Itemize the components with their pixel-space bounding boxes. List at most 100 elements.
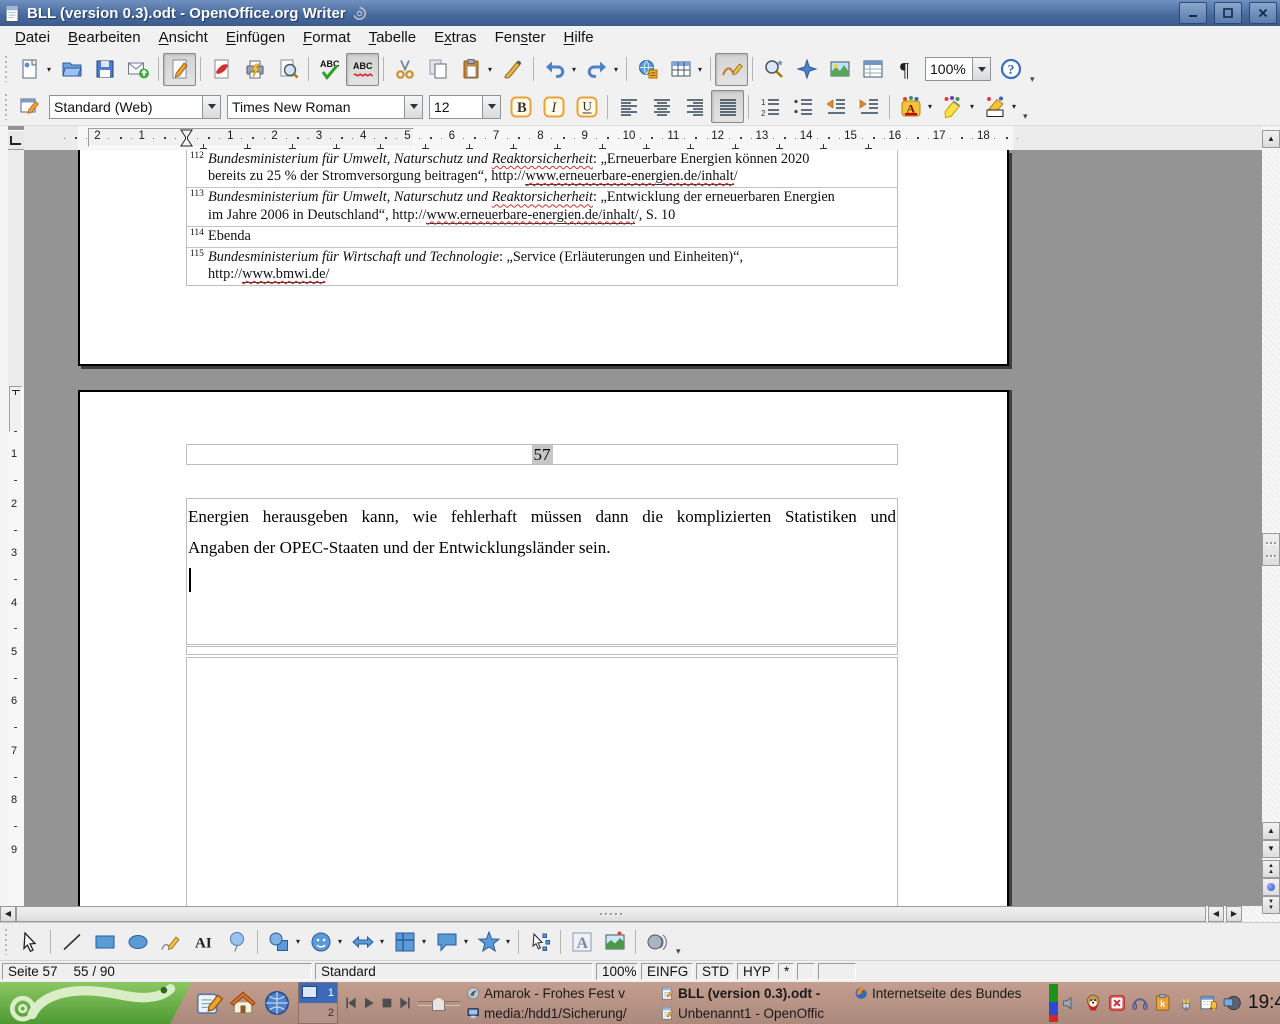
justify-button[interactable] [711, 90, 744, 123]
footnote-row[interactable]: 112Bundesministerium für Umwelt, Natursc… [187, 150, 897, 188]
highlight-dropdown-icon[interactable]: ▾ [970, 102, 978, 111]
close-button[interactable] [1249, 2, 1277, 24]
align-center-button[interactable] [645, 90, 678, 123]
hyperlink-button[interactable] [631, 53, 664, 86]
align-right-button[interactable] [678, 90, 711, 123]
horizontal-scroll-thumb[interactable] [16, 906, 1206, 922]
page-56[interactable]: 112Bundesministerium für Umwelt, Natursc… [78, 150, 1009, 366]
flowchart-button[interactable] [388, 925, 421, 958]
menu-fenster[interactable]: Fenster [486, 28, 555, 48]
vertical-ruler[interactable]: 123456789 [8, 150, 24, 906]
text-ai-button[interactable]: AI [187, 925, 220, 958]
align-left-button[interactable] [612, 90, 645, 123]
menu-tabelle[interactable]: Tabelle [360, 28, 426, 48]
scroll-up-button2[interactable]: ▲ [1262, 822, 1280, 840]
paste-button[interactable] [454, 53, 487, 86]
tray-dog-button[interactable] [1084, 993, 1104, 1013]
chevron-down-icon[interactable] [202, 96, 220, 118]
basic-shapes-button[interactable] [262, 925, 295, 958]
indent-marker[interactable] [12, 390, 20, 391]
footnote-row[interactable]: 114Ebenda [187, 227, 897, 248]
scroll-down-button[interactable]: ▼ [1262, 840, 1280, 858]
redo-button[interactable] [580, 53, 613, 86]
new-document-dropdown-icon[interactable]: ▾ [47, 65, 55, 74]
draw-functions-button[interactable] [715, 53, 748, 86]
maximize-button[interactable] [1214, 2, 1242, 24]
cut-button[interactable] [388, 53, 421, 86]
statusbar-extra[interactable] [818, 963, 856, 980]
bg-color-dropdown-icon[interactable]: ▾ [1012, 102, 1020, 111]
vertical-scroll-thumb[interactable] [1262, 533, 1280, 566]
statusbar-modified-flag[interactable]: * [778, 963, 794, 980]
indent-marker[interactable] [180, 129, 193, 147]
rectangle-button[interactable] [88, 925, 121, 958]
clock[interactable]: 19:41 [1248, 992, 1280, 1014]
font-size-combobox[interactable]: 12 [429, 95, 501, 119]
statusbar-page-indicator[interactable]: Seite 5755 / 90 [2, 963, 312, 980]
scroll-up-button[interactable]: ▲ [1262, 130, 1280, 148]
print-button[interactable] [238, 53, 271, 86]
volume-slider[interactable] [418, 996, 460, 1010]
menu-bearbeiten[interactable]: Bearbeiten [59, 28, 150, 48]
select-arrow-button[interactable] [13, 925, 46, 958]
format-brush-button[interactable] [496, 53, 529, 86]
statusbar-insert-mode[interactable]: EINFG [641, 963, 693, 980]
scroll-right-button[interactable]: ▶ [1226, 906, 1242, 922]
styles-window-button[interactable] [13, 90, 46, 123]
open-button[interactable] [55, 53, 88, 86]
navigator-button[interactable] [790, 53, 823, 86]
line-button[interactable] [55, 925, 88, 958]
bg-color-button[interactable] [978, 90, 1011, 123]
font-color-dropdown-icon[interactable]: ▾ [928, 102, 936, 111]
block-arrows-button[interactable] [346, 925, 379, 958]
quicklaunch-home-button[interactable] [228, 988, 258, 1018]
statusbar-selection-mode[interactable]: STD [696, 963, 734, 980]
scroll-left-button[interactable]: ◀ [0, 906, 16, 922]
statusbar-hyperlink-mode[interactable]: HYP [737, 963, 775, 980]
page-header[interactable]: 57 [186, 444, 898, 465]
task-button[interactable]: Amarok - Frohes Fest v [464, 983, 658, 1003]
desktop-2-pager-cell[interactable]: 2 [299, 1003, 337, 1023]
paragraph-style-combobox[interactable]: Standard (Web) [49, 95, 221, 119]
footnote-area[interactable]: 112Bundesministerium für Umwelt, Natursc… [186, 150, 898, 286]
chevron-down-icon[interactable] [482, 96, 500, 118]
menu-datei[interactable]: Datei [6, 28, 59, 48]
media-play-button[interactable] [361, 995, 377, 1011]
numbered-list-button[interactable]: 12 [753, 90, 786, 123]
next-page-button[interactable]: ▼▼ [1262, 896, 1280, 914]
gallery-button[interactable] [823, 53, 856, 86]
menu-einfügen[interactable]: Einfügen [217, 28, 294, 48]
toolbar-grip[interactable] [4, 56, 9, 82]
tray-headphones-button[interactable] [1130, 993, 1150, 1013]
toolbar-grip[interactable] [4, 929, 9, 955]
toolbar-overflow-icon[interactable]: ▾ [676, 946, 681, 960]
menu-format[interactable]: Format [294, 28, 360, 48]
stars-button[interactable] [472, 925, 505, 958]
task-button[interactable]: BLL (version 0.3).odt - [658, 983, 852, 1003]
help-button[interactable]: ? [994, 53, 1027, 86]
page-number-field[interactable]: 57 [532, 445, 553, 464]
auto-spellcheck-button[interactable]: ABC [346, 53, 379, 86]
find-replace-button[interactable] [757, 53, 790, 86]
basic-shapes-dropdown-icon[interactable]: ▾ [296, 937, 304, 946]
navigation-button[interactable] [1262, 878, 1280, 896]
indent-button[interactable] [852, 90, 885, 123]
data-sources-button[interactable] [856, 53, 889, 86]
slider-handle[interactable] [432, 997, 445, 1011]
new-document-button[interactable] [13, 53, 46, 86]
tray-volume-button[interactable] [1061, 993, 1081, 1013]
redo-dropdown-icon[interactable]: ▾ [614, 65, 622, 74]
underline-button[interactable]: U [570, 90, 603, 123]
font-name-combobox[interactable]: Times New Roman [227, 95, 423, 119]
footnote-row[interactable]: 113Bundesministerium für Umwelt, Natursc… [187, 188, 897, 226]
balloon-button[interactable] [220, 925, 253, 958]
scroll-left-button2[interactable]: ◀ [1208, 906, 1224, 922]
menu-ansicht[interactable]: Ansicht [150, 28, 217, 48]
start-menu-button[interactable] [0, 982, 192, 1024]
menu-hilfe[interactable]: Hilfe [555, 28, 603, 48]
desktop-1-pager-cell[interactable]: 1 [299, 983, 337, 1003]
statusbar-zoom-level[interactable]: 100% [596, 963, 638, 980]
page-preview-button[interactable] [271, 53, 304, 86]
callouts-dropdown-icon[interactable]: ▾ [464, 937, 472, 946]
quicklaunch-gear-globe-button[interactable] [262, 988, 292, 1018]
